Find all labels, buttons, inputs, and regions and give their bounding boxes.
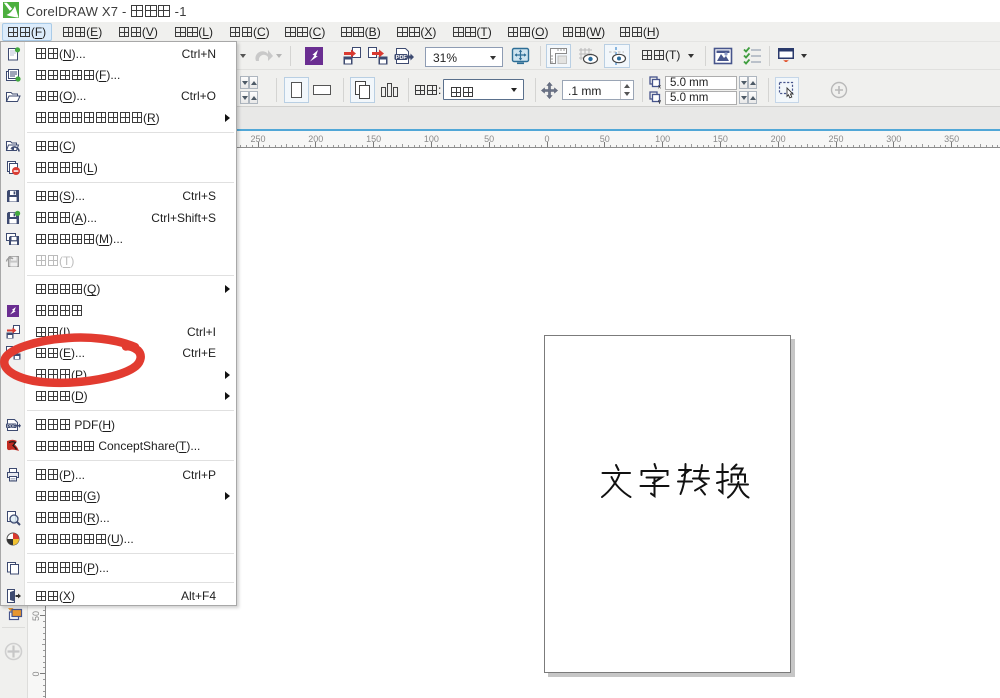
svg-text:y: y [658,100,661,105]
svg-text:x: x [658,85,661,90]
svg-text:PDF: PDF [7,423,16,428]
svg-text:PDF: PDF [396,55,408,61]
